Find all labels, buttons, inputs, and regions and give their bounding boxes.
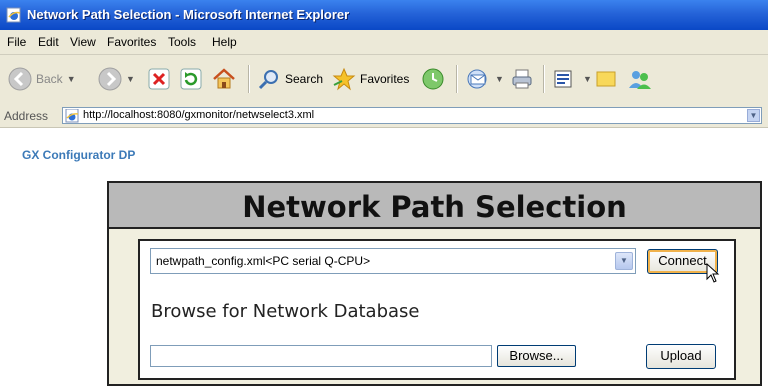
- messenger-button[interactable]: [627, 63, 653, 95]
- ie-page-icon: [6, 7, 21, 23]
- favorites-label: Favorites: [360, 72, 410, 86]
- stop-icon: [148, 68, 170, 90]
- menu-bar: File Edit View Favorites Tools Help: [0, 30, 768, 55]
- browse-heading: Browse for Network Database: [151, 301, 420, 322]
- address-dropdown-button[interactable]: ▼: [747, 109, 760, 122]
- menu-view[interactable]: View: [70, 35, 96, 49]
- address-label: Address: [4, 109, 49, 123]
- menu-file[interactable]: File: [7, 35, 26, 49]
- folder-note-icon: [596, 71, 616, 87]
- page-content: GX Configurator DP Network Path Selectio…: [0, 128, 768, 388]
- chevron-down-icon: ▼: [66, 74, 76, 84]
- discuss-button[interactable]: [595, 63, 617, 95]
- search-label: Search: [285, 72, 324, 86]
- selection-form: netwpath_config.xml<PC serial Q-CPU> ▼ C…: [138, 239, 736, 380]
- address-bar: Address http://localhost:8080/gxmonitor/…: [0, 105, 768, 128]
- toolbar-separator: [456, 65, 458, 93]
- network-path-select-value: netwpath_config.xml<PC serial Q-CPU>: [156, 254, 371, 268]
- refresh-icon: [180, 68, 202, 90]
- edit-button[interactable]: ▼: [553, 63, 592, 95]
- menu-edit[interactable]: Edit: [38, 35, 59, 49]
- ie-page-icon: [65, 109, 79, 123]
- print-button[interactable]: [510, 63, 534, 95]
- address-field[interactable]: http://localhost:8080/gxmonitor/netwsele…: [62, 107, 762, 124]
- star-icon: [332, 67, 356, 91]
- forward-button[interactable]: ▼: [98, 63, 135, 95]
- history-button[interactable]: [421, 63, 445, 95]
- forward-arrow-icon: [98, 67, 122, 91]
- home-button[interactable]: [212, 63, 236, 95]
- toolbar-separator: [543, 65, 545, 93]
- search-icon: [258, 70, 278, 90]
- chevron-down-icon[interactable]: ▼: [615, 252, 633, 270]
- panel-header: Network Path Selection: [109, 183, 760, 229]
- word-edit-icon: [554, 70, 572, 88]
- search-button[interactable]: Search: [257, 63, 323, 95]
- home-icon: [213, 68, 235, 89]
- menu-tools[interactable]: Tools: [168, 35, 196, 49]
- stop-button[interactable]: [148, 63, 170, 95]
- messenger-icon: [629, 71, 651, 89]
- mouse-cursor-icon: [706, 263, 720, 283]
- refresh-button[interactable]: [180, 63, 202, 95]
- back-arrow-icon: [8, 67, 32, 91]
- favorites-button[interactable]: Favorites: [332, 63, 409, 95]
- network-path-select[interactable]: netwpath_config.xml<PC serial Q-CPU> ▼: [150, 248, 636, 274]
- menu-help[interactable]: Help: [212, 35, 237, 49]
- toolbar-separator: [248, 65, 250, 93]
- file-path-input[interactable]: [150, 345, 492, 367]
- history-icon: [422, 68, 444, 90]
- mail-icon: [467, 69, 487, 89]
- window-titlebar: Network Path Selection - Microsoft Inter…: [0, 0, 768, 30]
- chevron-down-icon: ▼: [583, 74, 592, 84]
- browse-button[interactable]: Browse...: [497, 345, 576, 367]
- chevron-down-icon: ▼: [495, 74, 504, 84]
- brand-title: GX Configurator DP: [22, 148, 136, 162]
- menu-favorites[interactable]: Favorites: [107, 35, 156, 49]
- chevron-down-icon: ▼: [126, 74, 135, 84]
- back-label: Back: [36, 72, 63, 86]
- back-button[interactable]: Back ▼: [8, 63, 76, 95]
- printer-icon: [512, 69, 532, 89]
- address-url: http://localhost:8080/gxmonitor/netwsele…: [83, 109, 315, 121]
- window-title: Network Path Selection - Microsoft Inter…: [27, 7, 350, 22]
- page-title: Network Path Selection: [242, 190, 627, 224]
- upload-button[interactable]: Upload: [646, 344, 716, 369]
- network-path-panel: Network Path Selection netwpath_config.x…: [107, 181, 762, 386]
- mail-button[interactable]: ▼: [465, 63, 504, 95]
- toolbar: Back ▼ ▼ Search Favorites ▼ ▼: [0, 55, 768, 106]
